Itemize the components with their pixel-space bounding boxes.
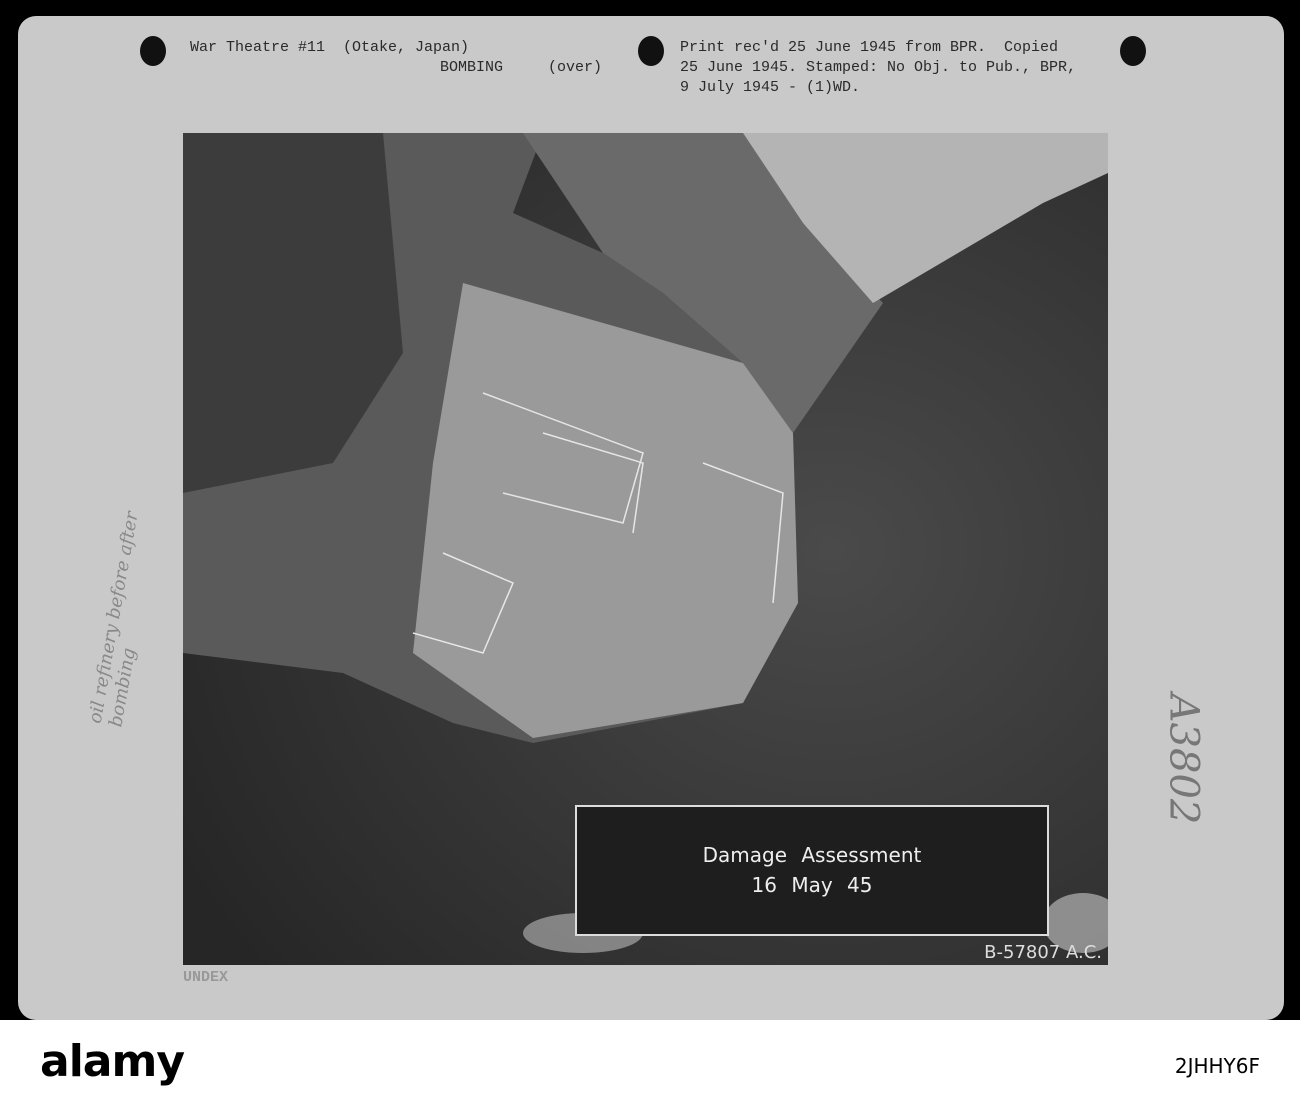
caption-date: 16 May 45 <box>751 873 873 897</box>
aerial-photo: Damage Assessment 16 May 45 B-57807 A.C. <box>183 133 1108 965</box>
caption-title: Damage Assessment <box>702 843 922 867</box>
handwritten-note: oil refinery before after bombing <box>84 510 143 729</box>
punch-hole <box>1120 36 1146 66</box>
stock-banner: alamy 2JHHY6F <box>0 1020 1300 1109</box>
header-note-line3: 9 July 1945 - (1)WD. <box>680 79 861 96</box>
caption-box: Damage Assessment 16 May 45 <box>575 805 1049 936</box>
header-note-line1: Print rec'd 25 June 1945 from BPR. Copie… <box>680 39 1059 56</box>
punch-hole <box>140 36 166 66</box>
alamy-logo: alamy <box>40 1036 185 1087</box>
header-title: War Theatre #11 (Otake, Japan) <box>190 39 470 56</box>
photo-serial: B-57807 A.C. <box>984 942 1102 963</box>
handwritten-number: A3802 <box>1160 693 1207 825</box>
stamp: UNDEX <box>183 969 229 986</box>
header-note-line2: 25 June 1945. Stamped: No Obj. to Pub., … <box>680 59 1077 76</box>
image-id: 2JHHY6F <box>1174 1054 1260 1078</box>
punch-hole <box>638 36 664 66</box>
header-category: BOMBING (over) <box>440 59 603 76</box>
